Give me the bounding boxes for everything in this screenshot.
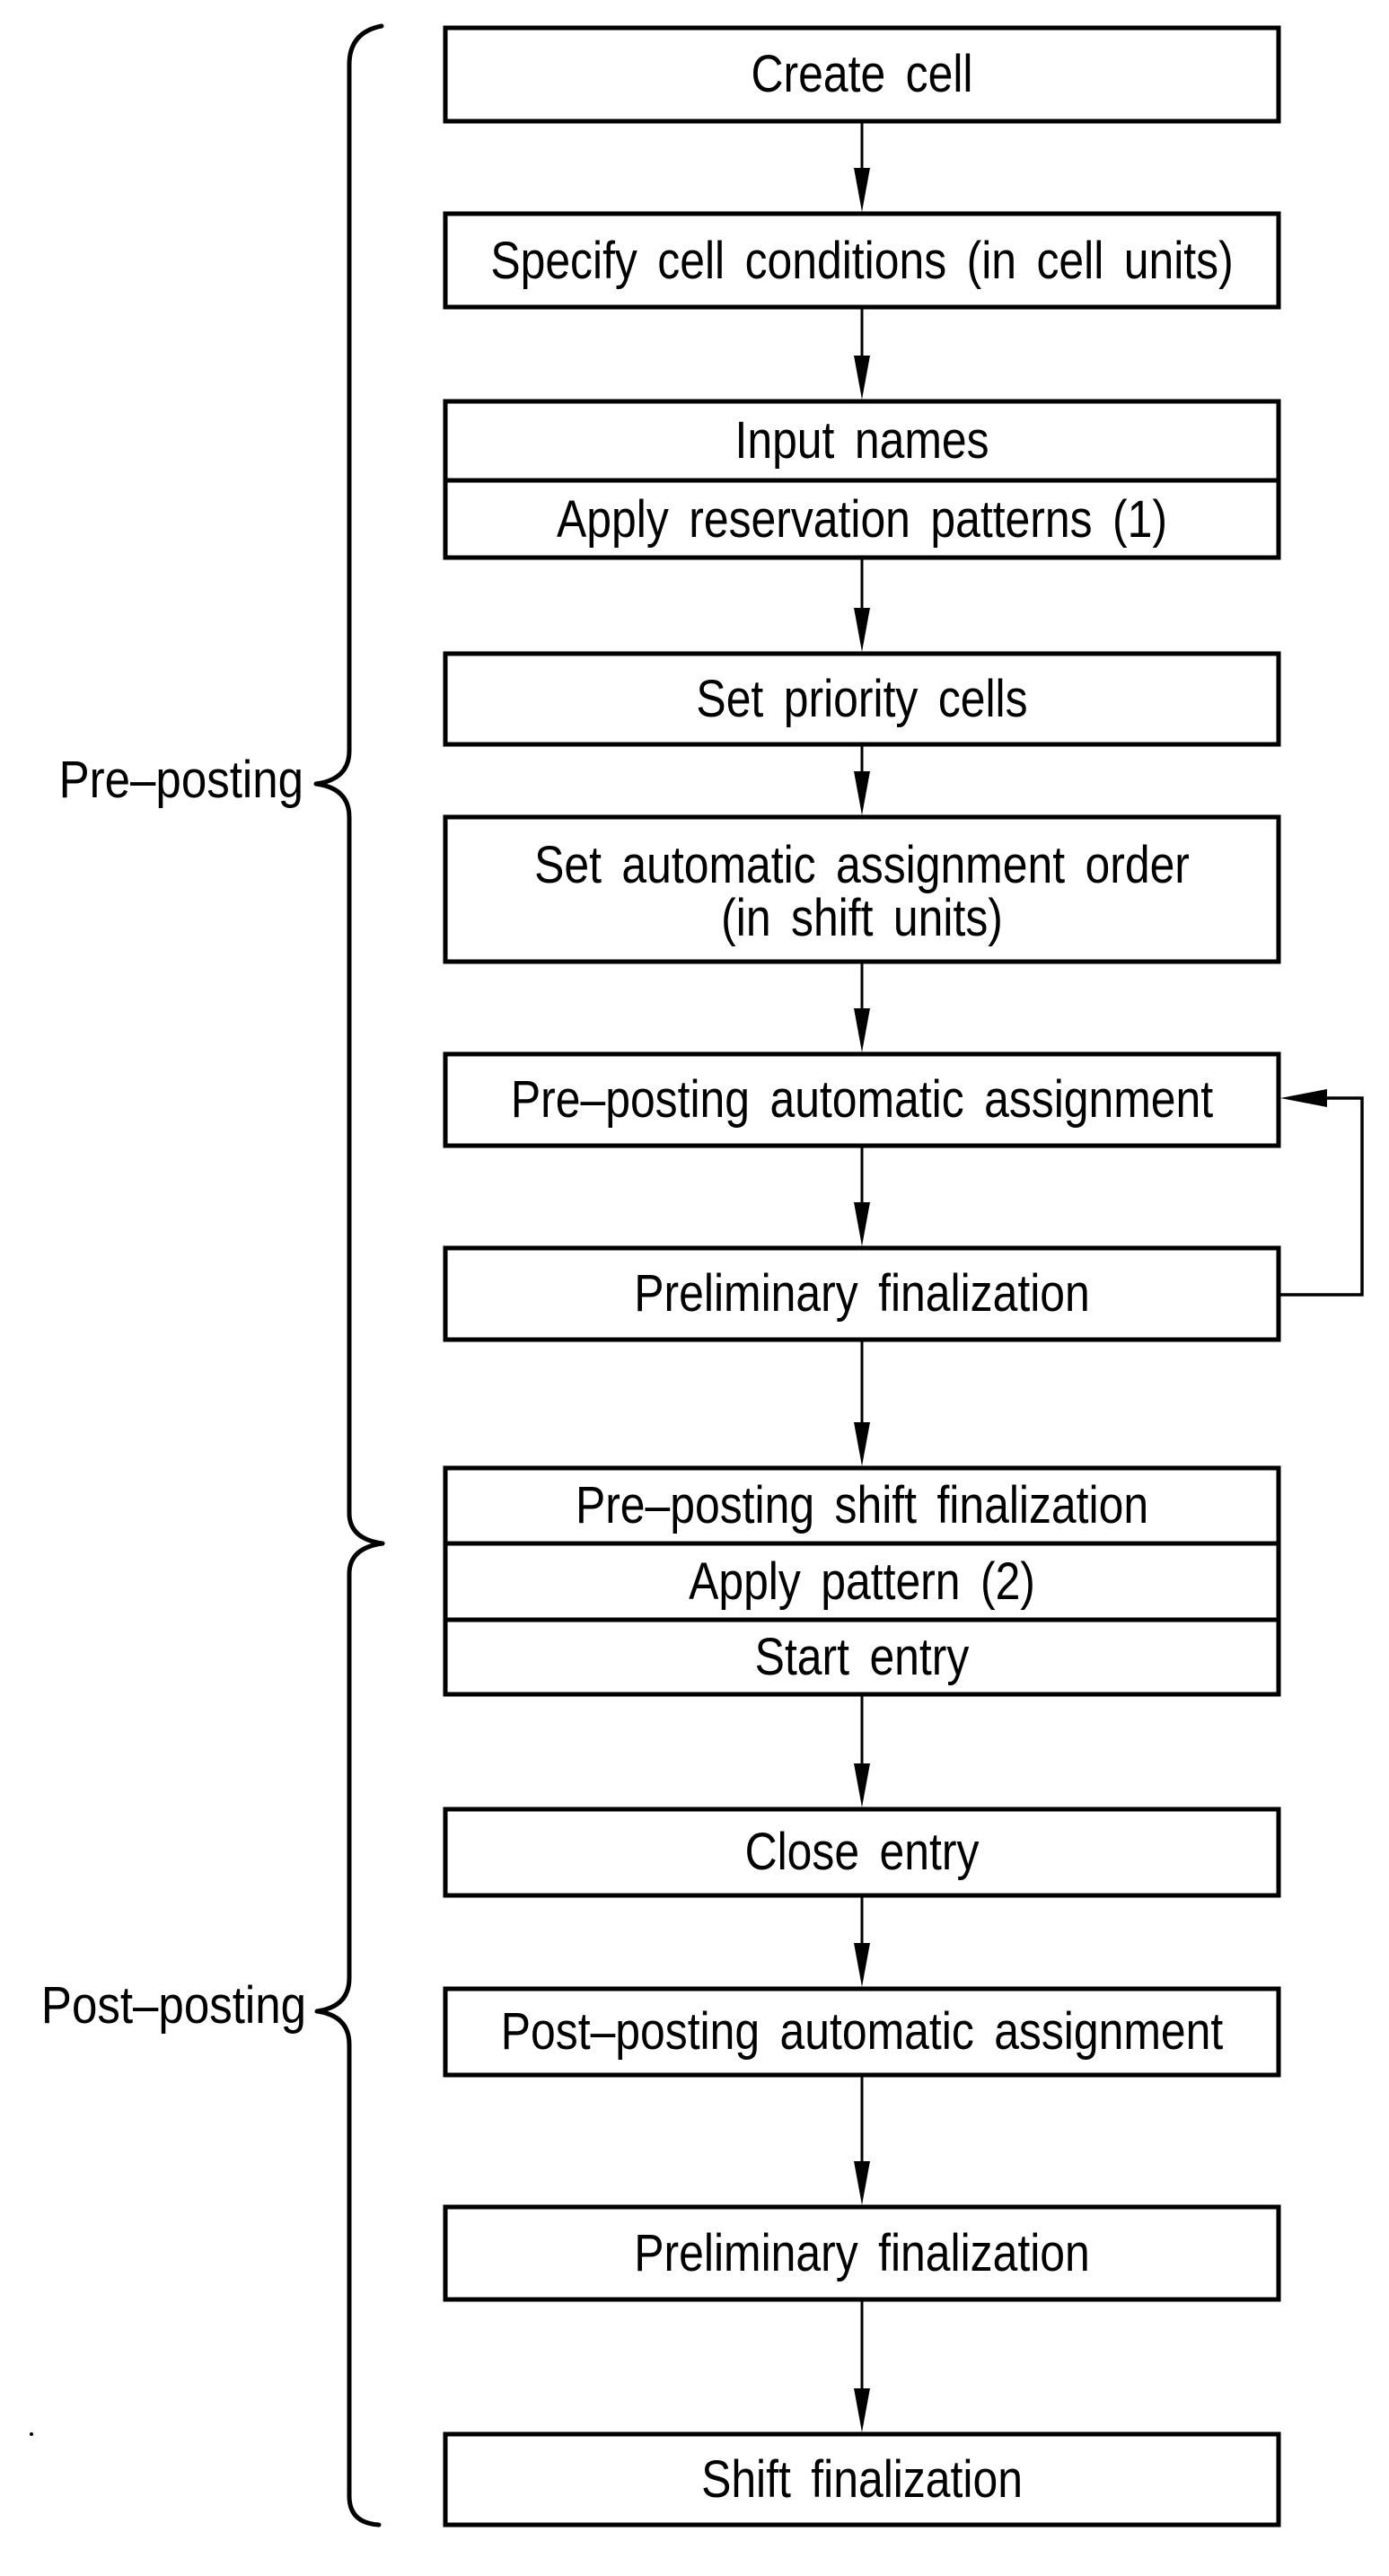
step-pre-posting-automatic-assignment: Pre–posting automatic assignment xyxy=(443,1051,1281,1148)
arrowhead-down-10 xyxy=(854,2161,870,2205)
feedback-loop-arrow xyxy=(1279,1089,1364,1297)
step-label: Preliminary finalization xyxy=(634,2225,1089,2282)
step-row-label: Apply reservation patterns (1) xyxy=(557,491,1167,549)
arrowhead-down-9 xyxy=(854,1943,870,1987)
step-shift-finalization-pattern-start-entry: Pre–posting shift finalization Apply pat… xyxy=(443,1465,1281,1697)
scan-speck xyxy=(30,2432,33,2436)
feedback-loop-line xyxy=(1279,1096,1364,1297)
step-label: Create cell xyxy=(752,46,973,103)
arrowhead-down-7 xyxy=(854,1422,870,1466)
step-specify-cell-conditions: Specify cell conditions (in cell units) xyxy=(443,211,1281,310)
step-label-line: Set automatic assignment order xyxy=(534,837,1190,894)
step-set-priority-cells: Set priority cells xyxy=(443,651,1281,747)
post-posting-brace xyxy=(314,1541,385,2528)
arrowhead-down-6 xyxy=(854,1202,870,1246)
step-row-label: Input names xyxy=(734,412,989,470)
step-label: Preliminary finalization xyxy=(634,1265,1089,1323)
arrowhead-down-5 xyxy=(854,1008,870,1052)
step-label: Pre–posting automatic assignment xyxy=(511,1071,1213,1129)
arrowhead-down-4 xyxy=(854,771,870,815)
step-close-entry: Close entry xyxy=(443,1807,1281,1898)
arrowhead-down-3 xyxy=(854,608,870,652)
step-label: Shift finalization xyxy=(701,2451,1023,2509)
step-label-line: (in shift units) xyxy=(721,890,1003,947)
pre-posting-label: Pre–posting xyxy=(59,751,303,809)
step-preliminary-finalization-post: Preliminary finalization xyxy=(443,2204,1281,2302)
flowchart-diagram: Pre–posting Post–posting Create cell Spe… xyxy=(30,23,1364,2528)
step-label: Specify cell conditions (in cell units) xyxy=(490,233,1233,290)
step-row-label: Pre–posting shift finalization xyxy=(576,1477,1148,1534)
step-shift-finalization: Shift finalization xyxy=(443,2431,1281,2528)
arrowhead-down-2 xyxy=(854,356,870,400)
step-set-automatic-assignment-order: Set automatic assignment order (in shift… xyxy=(443,814,1281,964)
step-create-cell: Create cell xyxy=(443,25,1281,124)
step-input-names-apply-reservation: Input names Apply reservation patterns (… xyxy=(443,399,1281,560)
post-posting-label: Post–posting xyxy=(41,1976,306,2035)
pre-posting-brace xyxy=(313,23,385,1546)
step-label: Close entry xyxy=(745,1824,980,1881)
feedback-arrowhead xyxy=(1280,1089,1327,1107)
step-preliminary-finalization-pre: Preliminary finalization xyxy=(443,1245,1281,1342)
arrowhead-down-1 xyxy=(854,168,870,212)
arrowhead-down-11 xyxy=(854,2388,870,2432)
step-label: Set priority cells xyxy=(696,671,1027,728)
step-post-posting-automatic-assignment: Post–posting automatic assignment xyxy=(443,1986,1281,2078)
step-row-label: Apply pattern (2) xyxy=(689,1553,1035,1611)
step-label: Post–posting automatic assignment xyxy=(501,2003,1223,2061)
arrowhead-down-8 xyxy=(854,1763,870,1807)
step-row-label: Start entry xyxy=(755,1629,970,1686)
